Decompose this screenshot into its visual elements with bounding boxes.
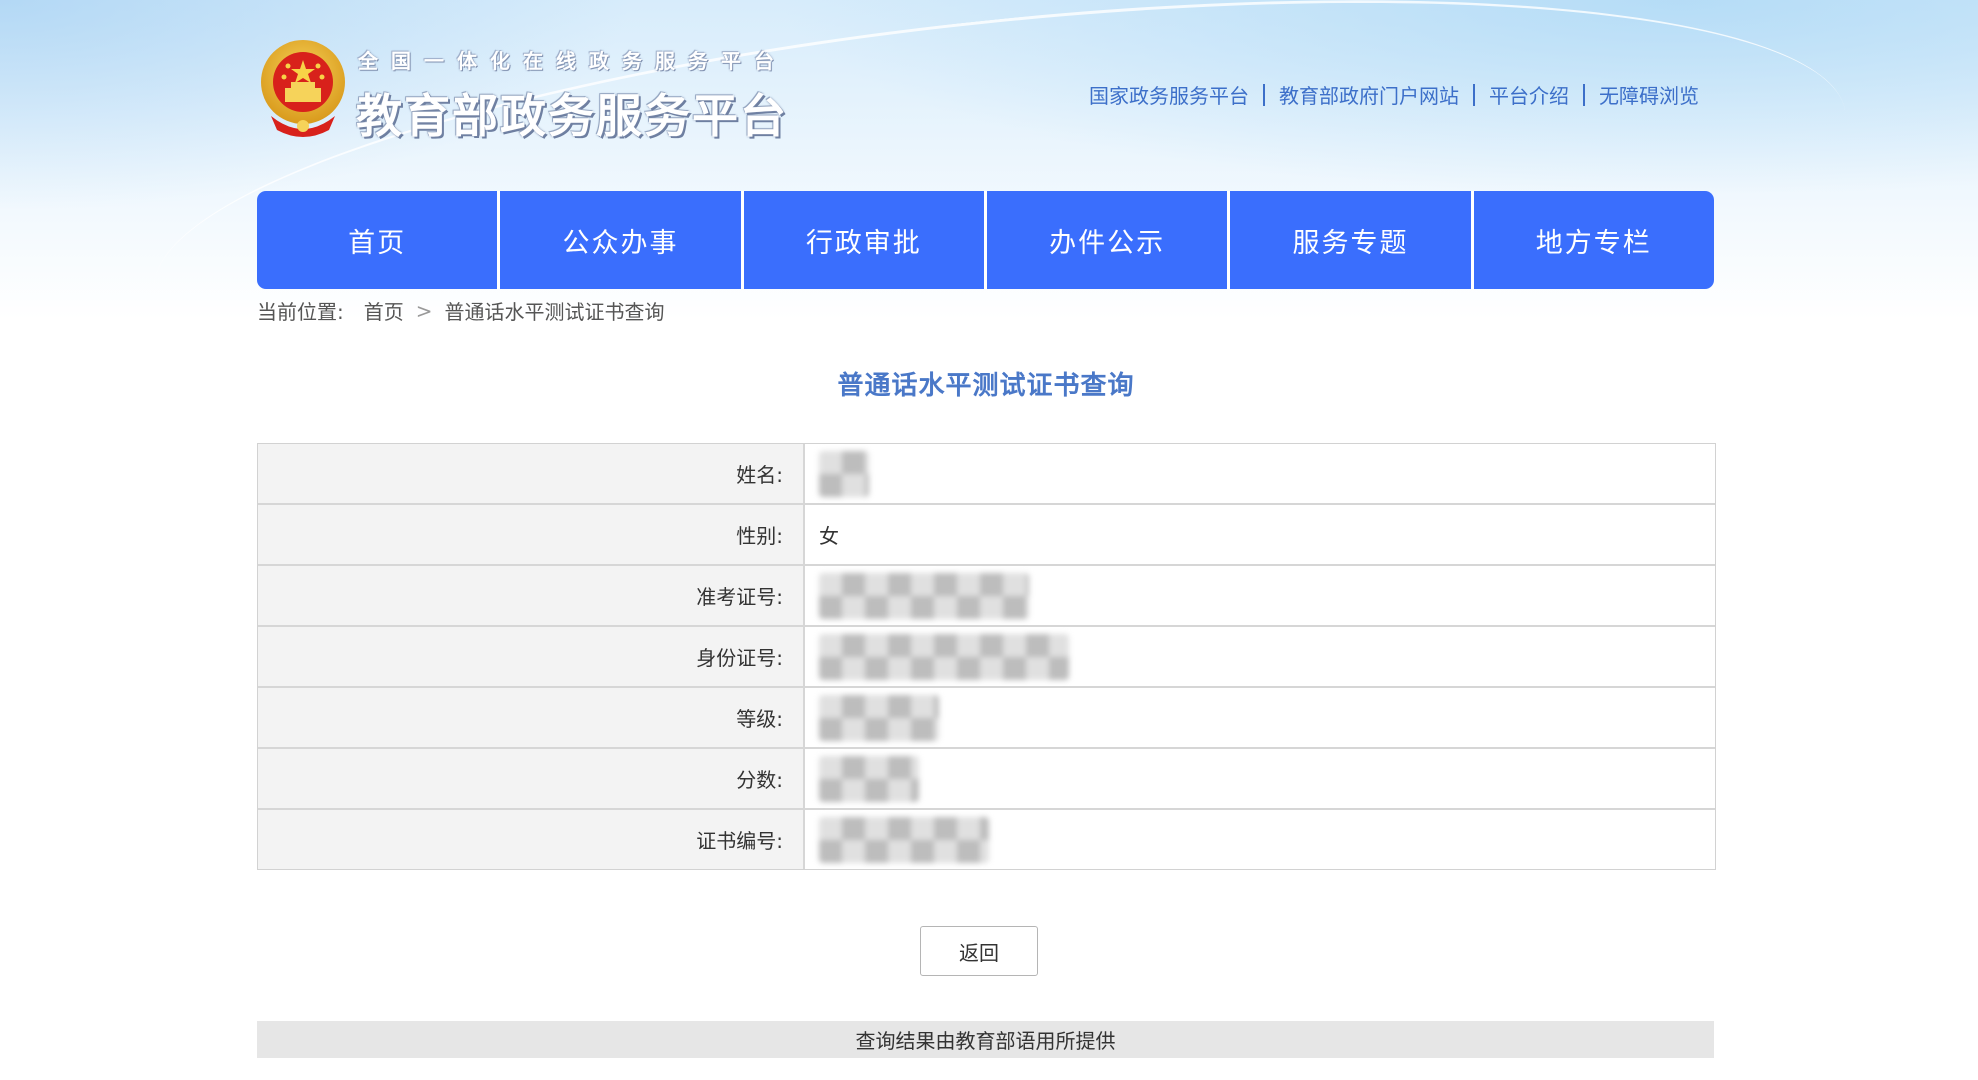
link-platform-intro[interactable]: 平台介绍 <box>1489 80 1569 109</box>
back-button[interactable]: 返回 <box>920 926 1038 976</box>
row-label-level: 等级: <box>258 688 805 747</box>
breadcrumb: 当前位置: 首页 > 普通话水平测试证书查询 <box>257 296 665 325</box>
row-label-id-number: 身份证号: <box>258 627 805 686</box>
row-label-gender: 性别: <box>258 505 805 564</box>
national-emblem-icon <box>261 40 345 137</box>
redacted-value <box>819 694 939 741</box>
nav-item-public-affairs[interactable]: 公众办事 <box>500 191 744 289</box>
row-label-certificate-number: 证书编号: <box>258 810 805 869</box>
redacted-value <box>819 816 989 863</box>
result-table: 姓名: 性别: 女 准考证号: 身份证号: 等级: 分数: 证书编号: <box>257 443 1716 870</box>
link-accessibility[interactable]: 无障碍浏览 <box>1599 80 1699 109</box>
link-national-gov-platform[interactable]: 国家政务服务平台 <box>1089 80 1249 109</box>
row-value-exam-number <box>805 566 1715 625</box>
top-links: 国家政务服务平台 教育部政府门户网站 平台介绍 无障碍浏览 <box>1089 80 1699 109</box>
platform-subtitle: 全国一体化在线政务服务平台 <box>358 49 787 73</box>
table-row: 准考证号: <box>258 566 1715 627</box>
main-nav: 首页 公众办事 行政审批 办件公示 服务专题 地方专栏 <box>257 191 1714 289</box>
nav-item-local-columns[interactable]: 地方专栏 <box>1474 191 1714 289</box>
redacted-value <box>819 450 869 497</box>
row-value-score <box>805 749 1715 808</box>
table-row: 证书编号: <box>258 810 1715 869</box>
link-moe-portal[interactable]: 教育部政府门户网站 <box>1279 80 1459 109</box>
row-label-score: 分数: <box>258 749 805 808</box>
table-row: 身份证号: <box>258 627 1715 688</box>
row-value-name <box>805 444 1715 503</box>
row-label-name: 姓名: <box>258 444 805 503</box>
row-value-level <box>805 688 1715 747</box>
nav-item-home[interactable]: 首页 <box>257 191 501 289</box>
nav-item-admin-approval[interactable]: 行政审批 <box>744 191 987 289</box>
redacted-value <box>819 755 919 802</box>
row-label-exam-number: 准考证号: <box>258 566 805 625</box>
nav-item-case-publicity[interactable]: 办件公示 <box>987 191 1231 289</box>
table-row: 性别: 女 <box>258 505 1715 566</box>
breadcrumb-separator: > <box>415 298 433 323</box>
link-divider <box>1583 83 1585 106</box>
table-row: 姓名: <box>258 444 1715 505</box>
nav-item-service-topics[interactable]: 服务专题 <box>1230 191 1474 289</box>
footer-note: 查询结果由教育部语用所提供 <box>257 1021 1714 1058</box>
platform-title: 教育部政务服务平台 <box>356 89 788 143</box>
table-row: 等级: <box>258 688 1715 749</box>
link-divider <box>1263 83 1265 106</box>
row-value-id-number <box>805 627 1715 686</box>
breadcrumb-current: 普通话水平测试证书查询 <box>444 300 665 324</box>
link-divider <box>1473 83 1475 106</box>
breadcrumb-prefix: 当前位置: <box>257 300 344 324</box>
redacted-value <box>819 633 1069 680</box>
row-value-certificate-number <box>805 810 1715 869</box>
redacted-value <box>819 572 1029 619</box>
breadcrumb-home-link[interactable]: 首页 <box>364 296 404 325</box>
table-row: 分数: <box>258 749 1715 810</box>
page-title: 普通话水平测试证书查询 <box>837 371 1135 401</box>
row-value-gender: 女 <box>819 524 839 548</box>
